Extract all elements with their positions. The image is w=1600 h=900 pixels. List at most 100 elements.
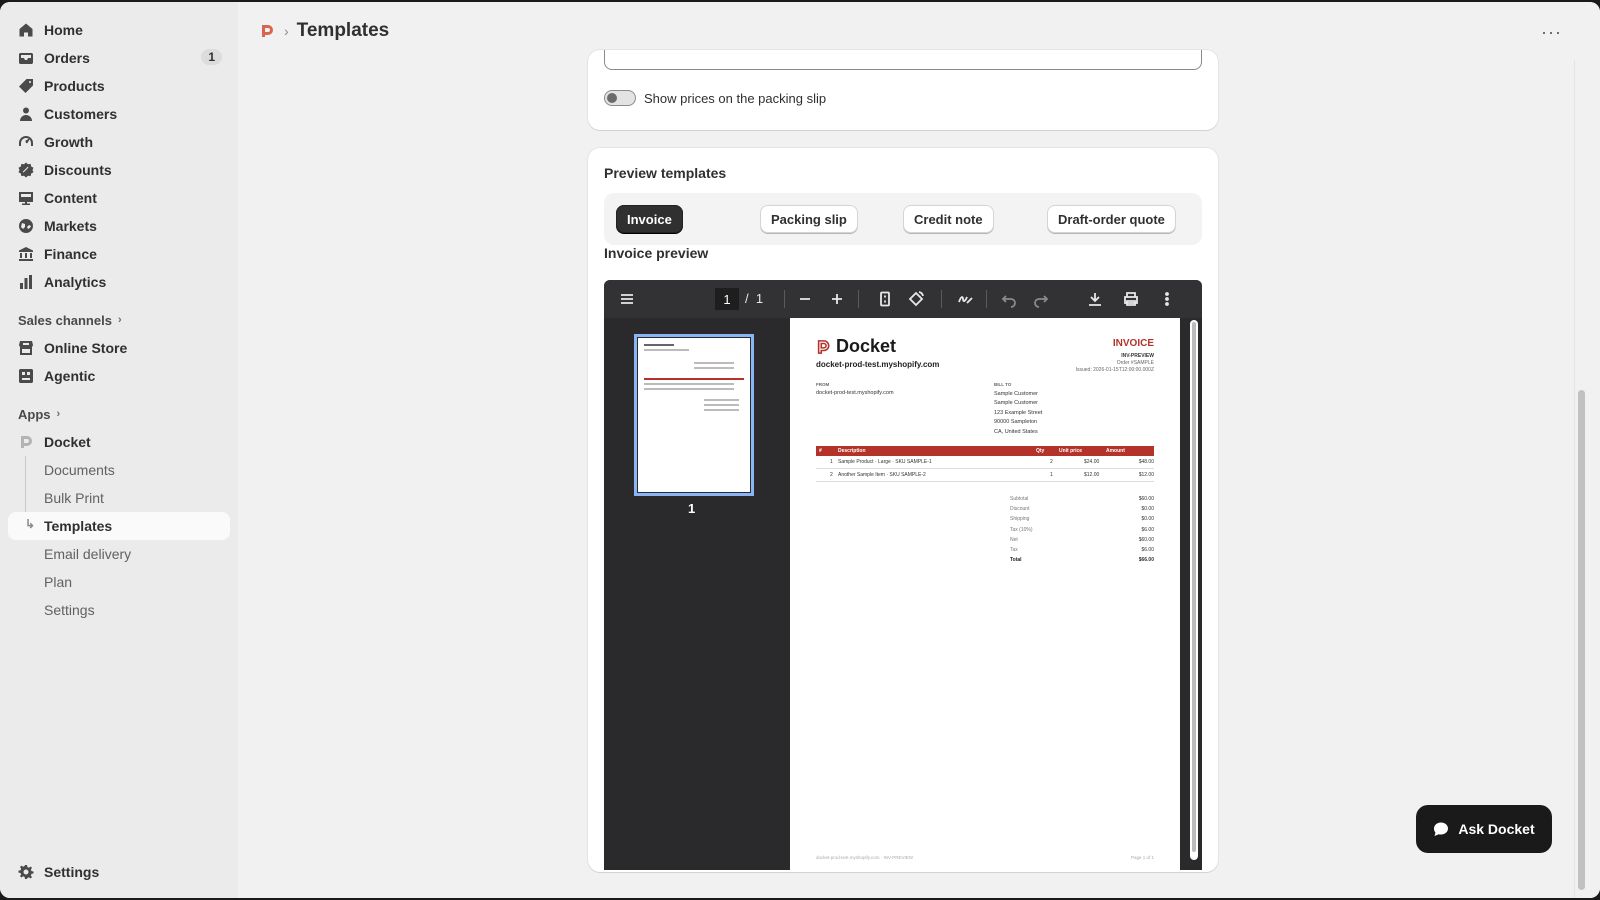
more-vertical-icon[interactable] <box>1158 290 1176 308</box>
chevron-right-icon: › <box>117 314 122 326</box>
annotate-icon[interactable] <box>956 290 974 308</box>
sidebar-item-growth[interactable]: Growth <box>8 128 230 156</box>
sidebar-item-label: Home <box>44 22 83 38</box>
sidebar-item-plan[interactable]: Plan <box>8 568 230 596</box>
sidebar-item-templates[interactable]: ↳ Templates <box>8 512 230 540</box>
invoice-preview-label: Invoice preview <box>604 245 709 261</box>
table-header: # Description Qty Unit price Amount <box>816 446 1154 456</box>
bar-chart-icon <box>18 274 34 290</box>
chat-bubble-icon <box>1434 822 1449 836</box>
pdf-page-area: Docket docket-prod-test.myshopify.com IN… <box>784 318 1202 870</box>
sidebar-item-analytics[interactable]: Analytics <box>8 268 230 296</box>
sidebar-item-discounts[interactable]: Discounts <box>8 156 230 184</box>
page-number-input[interactable]: 1 <box>715 288 739 310</box>
zoom-in-icon[interactable] <box>828 290 846 308</box>
text-input[interactable] <box>604 50 1202 70</box>
page-title: Templates <box>296 20 390 41</box>
sidebar: Home Orders 1 Products Customers Growth … <box>0 2 238 898</box>
sidebar-item-settings[interactable]: Settings <box>8 858 230 886</box>
sidebar-item-label: Agentic <box>44 368 96 384</box>
sidebar-item-label: Markets <box>44 218 97 234</box>
pdf-scrollbar[interactable] <box>1190 320 1198 860</box>
menu-icon[interactable] <box>618 290 636 308</box>
zoom-out-icon[interactable] <box>796 290 814 308</box>
invoice-from: FROM docket-prod-test.myshopify.com <box>816 382 894 396</box>
ask-docket-button[interactable]: Ask Docket <box>1416 805 1552 853</box>
breadcrumb-separator: › <box>284 23 289 39</box>
template-tabs: Invoice Packing slip Credit note Draft-o… <box>604 193 1202 245</box>
sidebar-item-bulk-print[interactable]: Bulk Print <box>8 484 230 512</box>
tab-invoice[interactable]: Invoice <box>616 205 683 233</box>
sidebar-item-label: Content <box>44 190 97 206</box>
tag-icon <box>18 78 34 94</box>
sidebar-item-products[interactable]: Products <box>8 72 230 100</box>
page-count: / 1 <box>745 291 764 306</box>
sidebar-item-online-store[interactable]: Online Store <box>8 334 230 362</box>
invoice-meta: INV-PREVIEW Order #SAMPLE Issued: 2026-0… <box>1075 353 1154 373</box>
table-row: 1 Sample Product · Large · SKU SAMPLE-1 … <box>816 456 1154 469</box>
invoice-document: Docket docket-prod-test.myshopify.com IN… <box>790 318 1180 870</box>
fit-page-icon[interactable] <box>876 290 894 308</box>
more-actions-button[interactable]: ··· <box>1541 22 1562 43</box>
sidebar-item-label: Discounts <box>44 162 112 178</box>
print-icon[interactable] <box>1122 290 1140 308</box>
rotate-icon[interactable] <box>907 290 925 308</box>
sales-channels-header[interactable]: Sales channels › <box>8 306 230 334</box>
docket-logo-icon <box>817 339 830 354</box>
thumbnail-page-number: 1 <box>688 501 696 516</box>
gear-icon <box>18 864 34 880</box>
download-icon[interactable] <box>1086 290 1104 308</box>
sidebar-item-app-settings[interactable]: Settings <box>8 596 230 624</box>
sidebar-item-label: Growth <box>44 134 93 150</box>
sidebar-item-label: Docket <box>44 434 91 450</box>
thumbnail-panel: 1 <box>604 318 784 870</box>
orders-count-badge: 1 <box>201 49 222 65</box>
sidebar-item-documents[interactable]: Documents <box>8 456 230 484</box>
sidebar-item-content[interactable]: Content <box>8 184 230 212</box>
page-thumbnail[interactable] <box>634 334 754 496</box>
sidebar-item-email-delivery[interactable]: Email delivery <box>8 540 230 568</box>
sidebar-item-agentic[interactable]: Agentic <box>8 362 230 390</box>
sidebar-item-orders[interactable]: Orders 1 <box>8 44 230 72</box>
invoice-line-items-table: # Description Qty Unit price Amount 1 Sa… <box>816 446 1154 482</box>
sidebar-item-label: Online Store <box>44 340 128 356</box>
undo-icon[interactable] <box>1000 290 1018 308</box>
discount-icon <box>18 162 34 178</box>
sidebar-item-markets[interactable]: Markets <box>8 212 230 240</box>
show-prices-toggle[interactable] <box>604 90 636 106</box>
tab-packing-slip[interactable]: Packing slip <box>760 205 858 233</box>
person-icon <box>18 106 34 122</box>
show-prices-toggle-row[interactable]: Show prices on the packing slip <box>604 90 826 106</box>
sidebar-item-label: Products <box>44 78 105 94</box>
store-icon <box>18 340 34 356</box>
apps-header[interactable]: Apps › <box>8 400 230 428</box>
chevron-right-icon: › <box>56 408 61 420</box>
app-window: Home Orders 1 Products Customers Growth … <box>0 2 1600 898</box>
tab-credit-note[interactable]: Credit note <box>903 205 994 233</box>
tab-draft-order-quote[interactable]: Draft-order quote <box>1047 205 1176 233</box>
sidebar-item-home[interactable]: Home <box>8 16 230 44</box>
sidebar-item-label: Customers <box>44 106 118 122</box>
scrollbar-thumb[interactable] <box>1578 390 1585 890</box>
redo-icon[interactable] <box>1032 290 1050 308</box>
inbox-icon <box>18 50 34 66</box>
main-content: Show prices on the packing slip Preview … <box>238 50 1600 898</box>
sidebar-item-docket[interactable]: Docket <box>8 428 230 456</box>
invoice-footer: docket-prod-test.myshopify.com · INV-PRE… <box>816 855 1154 860</box>
sidebar-item-customers[interactable]: Customers <box>8 100 230 128</box>
pdf-viewer: 1 / 1 1 Docket docket-prod-test.myshopif… <box>604 280 1202 870</box>
invoice-title: INVOICE <box>1112 338 1154 349</box>
gauge-icon <box>18 134 34 150</box>
sidebar-item-label: Settings <box>44 864 100 880</box>
docket-logo-icon[interactable] <box>258 22 276 40</box>
tree-branch-icon: ↳ <box>25 517 36 531</box>
invoice-shop: docket-prod-test.myshopify.com <box>816 360 940 369</box>
sidebar-item-label: Analytics <box>44 274 107 290</box>
page-scrollbar[interactable] <box>1574 60 1586 898</box>
invoice-bill-to: BILL TO Sample Customer Sample Customer … <box>994 382 1043 435</box>
sidebar-item-label: Finance <box>44 246 97 262</box>
sidebar-item-finance[interactable]: Finance <box>8 240 230 268</box>
card-title: Preview templates <box>604 165 727 181</box>
packing-slip-settings-card: Show prices on the packing slip <box>588 50 1218 130</box>
docket-logo-icon <box>18 434 34 450</box>
